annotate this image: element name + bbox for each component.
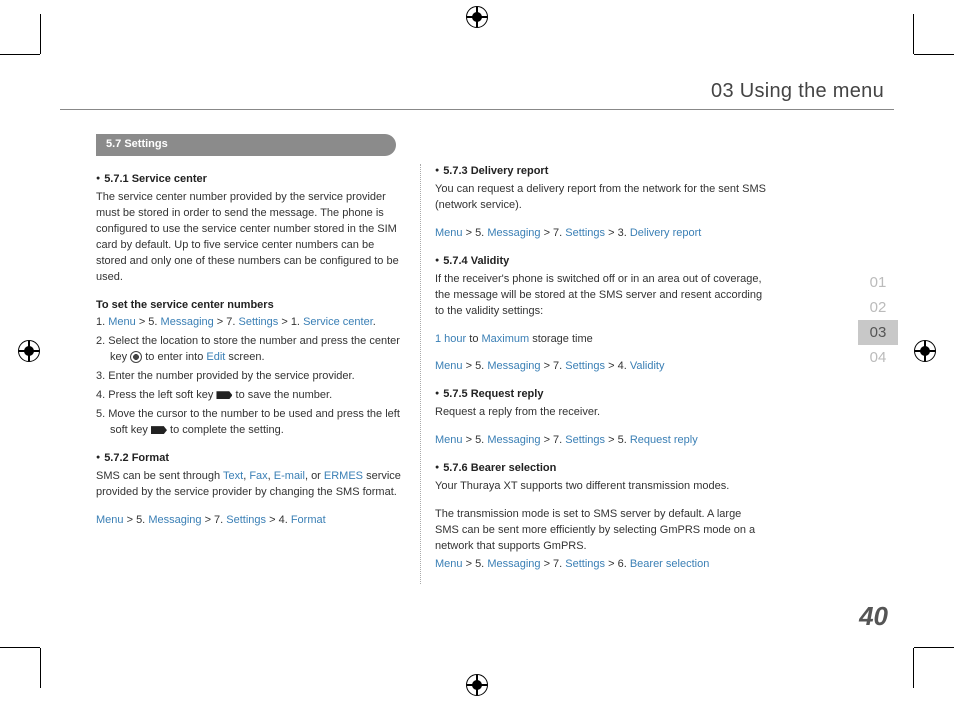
step-4: 4. Press the left soft key to save the n… [96, 388, 406, 404]
crop-mark [913, 14, 914, 54]
steps-list: 1. Menu > 5. Messaging > 7. Settings > 1… [96, 315, 406, 439]
soft-key-icon [151, 426, 167, 434]
heading-request-reply: 5.7.5 Request reply [435, 387, 767, 403]
heading-set-numbers: To set the service center numbers [96, 298, 406, 314]
registration-mark-icon [466, 674, 488, 696]
heading-delivery-report: 5.7.3 Delivery report [435, 164, 767, 180]
page-number: 40 [859, 601, 888, 632]
text-format: SMS can be sent through Text, Fax, E-mai… [96, 469, 406, 501]
page-title: 03 Using the menu [60, 60, 894, 103]
columns: 5.7 Settings 5.7.1 Service center The se… [60, 134, 894, 585]
text-bearer-1: Your Thuraya XT supports two different t… [435, 479, 767, 495]
path-format: Menu > 5. Messaging > 7. Settings > 4. F… [96, 513, 406, 529]
path-bearer-selection: Menu > 5. Messaging > 7. Settings > 6. B… [435, 557, 767, 573]
registration-mark-icon [18, 340, 40, 362]
path-validity: Menu > 5. Messaging > 7. Settings > 4. V… [435, 359, 767, 375]
text-request-reply: Request a reply from the receiver. [435, 405, 767, 421]
step-1: 1. Menu > 5. Messaging > 7. Settings > 1… [96, 315, 406, 331]
path-delivery-report: Menu > 5. Messaging > 7. Settings > 3. D… [435, 226, 767, 242]
title-rule [60, 109, 894, 110]
crop-mark [914, 647, 954, 648]
heading-service-center: 5.7.1 Service center [96, 172, 406, 188]
soft-key-icon [216, 391, 232, 399]
crop-mark [913, 648, 914, 688]
left-column: 5.7 Settings 5.7.1 Service center The se… [60, 134, 420, 585]
text-service-center: The service center number provided by th… [96, 190, 406, 286]
step-2: 2. Select the location to store the numb… [96, 334, 406, 366]
crop-mark [40, 648, 41, 688]
crop-mark [40, 14, 41, 54]
section-tab: 5.7 Settings [96, 134, 396, 156]
crop-mark [0, 647, 40, 648]
text-validity-range: 1 hour to Maximum storage time [435, 332, 767, 348]
center-key-icon [130, 351, 142, 363]
heading-format: 5.7.2 Format [96, 451, 406, 467]
text-bearer-2: The transmission mode is set to SMS serv… [435, 507, 767, 555]
heading-validity: 5.7.4 Validity [435, 254, 767, 270]
registration-mark-icon [914, 340, 936, 362]
registration-mark-icon [466, 6, 488, 28]
crop-mark [0, 54, 40, 55]
step-3: 3. Enter the number provided by the serv… [96, 369, 406, 385]
path-request-reply: Menu > 5. Messaging > 7. Settings > 5. R… [435, 433, 767, 449]
heading-bearer-selection: 5.7.6 Bearer selection [435, 461, 767, 477]
content-area: 03 Using the menu 01 02 03 04 5.7 Settin… [60, 60, 894, 642]
text-delivery-report: You can request a delivery report from t… [435, 182, 767, 214]
step-5: 5. Move the cursor to the number to be u… [96, 407, 406, 439]
page-root: 03 Using the menu 01 02 03 04 5.7 Settin… [0, 0, 954, 702]
right-column: 5.7.3 Delivery report You can request a … [421, 134, 781, 585]
text-validity: If the receiver's phone is switched off … [435, 272, 767, 320]
crop-mark [914, 54, 954, 55]
